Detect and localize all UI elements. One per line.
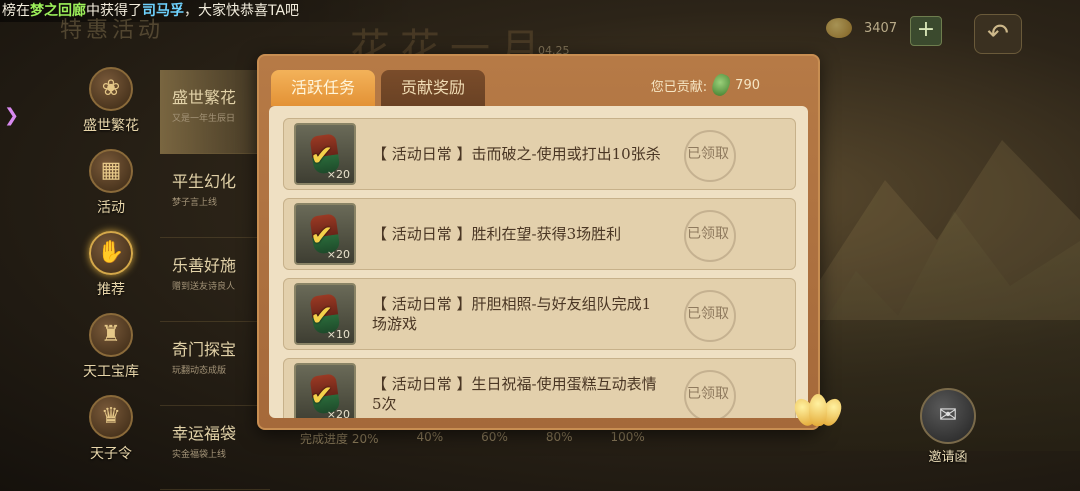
treasure-icon: ♜ (89, 313, 133, 357)
sidebar-item-label: 天工宝库 (83, 364, 139, 380)
bottle-icon (709, 71, 733, 99)
lotus-decoration-icon (790, 392, 846, 429)
task-row: ✔ ×20 【 活动日常 】胜利在望-获得3场胜利 已领取 (283, 198, 796, 270)
task-description: 【 活动日常 】击而破之-使用或打出10张杀 (372, 145, 661, 163)
category-subtitle: 实金福袋上线 (172, 450, 227, 460)
invitation-icon: ✉ (920, 388, 976, 444)
rose-icon: ❀ (89, 67, 133, 111)
sidebar: ❀ 盛世繁花 ▦ 活动 ✋ 推荐 ♜ 天工宝库 ♛ 天子令 (66, 60, 156, 470)
sidebar-item-label: 活动 (97, 200, 125, 216)
broadcast-text: 在 (16, 3, 30, 19)
category-item[interactable]: 平生幻化 梦子言上线 (160, 154, 270, 238)
invite-label: 邀请函 (928, 450, 968, 465)
sidebar-item-label: 天子令 (90, 446, 132, 462)
contribution-label: 您已贡献: (650, 79, 708, 95)
category-subtitle: 玩翻动态成版 (172, 366, 227, 376)
lotus-petal (809, 394, 827, 426)
category-item[interactable]: 盛世繁花 又是一年生辰日 (160, 70, 270, 154)
claimed-stamp: 已领取 (662, 284, 754, 344)
claimed-stamp: 已领取 (662, 124, 754, 184)
progress-milestones: 完成进度 20% 40% 60% 80% 100% (300, 430, 645, 447)
category-title: 乐善好施 (172, 256, 237, 275)
tab-active-tasks[interactable]: 活跃任务 (271, 70, 375, 106)
category-subtitle: 梦子言上线 (172, 198, 218, 208)
reward-item[interactable]: ✔ ×10 (294, 283, 356, 345)
category-title: 盛世繁花 (172, 88, 237, 107)
sidebar-item-recommend[interactable]: ✋ 推荐 (66, 224, 156, 306)
expand-arrow-icon[interactable]: ❯ (4, 105, 19, 126)
ingot-icon (826, 18, 852, 38)
claimed-status: 已领取 (687, 386, 729, 402)
task-description: 【 活动日常 】胜利在望-获得3场胜利 (372, 225, 622, 243)
contribution-display: 您已贡献: 790 (650, 71, 760, 99)
currency-display: 3407 (826, 18, 897, 38)
task-description: 【 活动日常 】肝胆相照-与好友组队完成1场游戏 (372, 295, 652, 333)
claimed-status: 已领取 (687, 306, 729, 322)
claimed-status: 已领取 (687, 226, 729, 242)
sidebar-item-activity[interactable]: ▦ 活动 (66, 142, 156, 224)
reward-item[interactable]: ✔ ×20 (294, 203, 356, 265)
sidebar-item-tianziling[interactable]: ♛ 天子令 (66, 388, 156, 470)
token-icon: ♛ (89, 395, 133, 439)
category-title: 平生幻化 (172, 172, 237, 191)
broadcast-player: 榜 (2, 3, 16, 19)
claimed-stamp: 已领取 (662, 364, 754, 418)
reward-quantity: ×10 (326, 328, 350, 341)
task-description: 【 活动日常 】生日祝福-使用蛋糕互动表情5次 (372, 375, 657, 413)
thumbs-up-icon: ✋ (89, 231, 133, 275)
task-row: ✔ ×20 【 活动日常 】生日祝福-使用蛋糕互动表情5次 已领取 (283, 358, 796, 418)
category-list: 盛世繁花 又是一年生辰日 平生幻化 梦子言上线 乐善好施 赠到送友诗良人 奇门探… (160, 70, 270, 490)
contribution-value: 790 (735, 77, 760, 93)
gift-icon: ▦ (89, 149, 133, 193)
task-list[interactable]: ✔ ×20 【 活动日常 】击而破之-使用或打出10张杀 已领取 ✔ ×20 【… (269, 106, 808, 418)
back-button[interactable]: ↶ (974, 14, 1022, 54)
reward-item[interactable]: ✔ ×20 (294, 123, 356, 185)
claimed-status: 已领取 (687, 146, 729, 162)
category-item[interactable]: 幸运福袋 实金福袋上线 (160, 406, 270, 490)
category-title: 奇门探宝 (172, 340, 237, 359)
progress-label: 完成进度 20% (300, 432, 379, 446)
reward-quantity: ×20 (326, 408, 350, 418)
currency-amount: 3407 (864, 20, 898, 36)
task-row: ✔ ×10 【 活动日常 】肝胆相照-与好友组队完成1场游戏 已领取 (283, 278, 796, 350)
broadcast-text: ，大家快恭喜TA吧 (184, 3, 300, 19)
claimed-stamp: 已领取 (662, 204, 754, 264)
progress-label: 60% (481, 430, 508, 444)
sidebar-item-treasury[interactable]: ♜ 天工宝库 (66, 306, 156, 388)
progress-label: 80% (545, 430, 573, 444)
reward-item[interactable]: ✔ ×20 (294, 363, 356, 418)
category-subtitle: 又是一年生辰日 (172, 114, 236, 124)
category-item[interactable]: 奇门探宝 玩翻动态成版 (160, 322, 270, 406)
task-row: ✔ ×20 【 活动日常 】击而破之-使用或打出10张杀 已领取 (283, 118, 796, 190)
add-currency-button[interactable]: + (910, 16, 942, 46)
tab-contribution-rewards[interactable]: 贡献奖励 (381, 70, 485, 106)
sidebar-item-label: 推荐 (97, 282, 125, 298)
sidebar-item-label: 盛世繁花 (83, 118, 139, 134)
invite-button[interactable]: ✉ 邀请函 (912, 388, 984, 465)
category-item[interactable]: 乐善好施 赠到送友诗良人 (160, 238, 270, 322)
category-title: 幸运福袋 (172, 424, 237, 443)
reward-quantity: ×20 (326, 168, 350, 181)
sidebar-item-shengshi[interactable]: ❀ 盛世繁花 (66, 60, 156, 142)
modal-tabs: 活跃任务 贡献奖励 (271, 70, 485, 106)
background-mountain-far (820, 140, 1080, 320)
page-title: 特惠活动 (60, 18, 165, 43)
category-subtitle: 赠到送友诗良人 (172, 282, 236, 292)
task-modal: 活跃任务 贡献奖励 您已贡献: 790 ✔ ×20 【 活动日常 】击而破之-使… (257, 54, 820, 430)
reward-quantity: ×20 (326, 248, 350, 261)
progress-label: 100% (610, 430, 645, 444)
progress-label: 40% (416, 430, 444, 444)
